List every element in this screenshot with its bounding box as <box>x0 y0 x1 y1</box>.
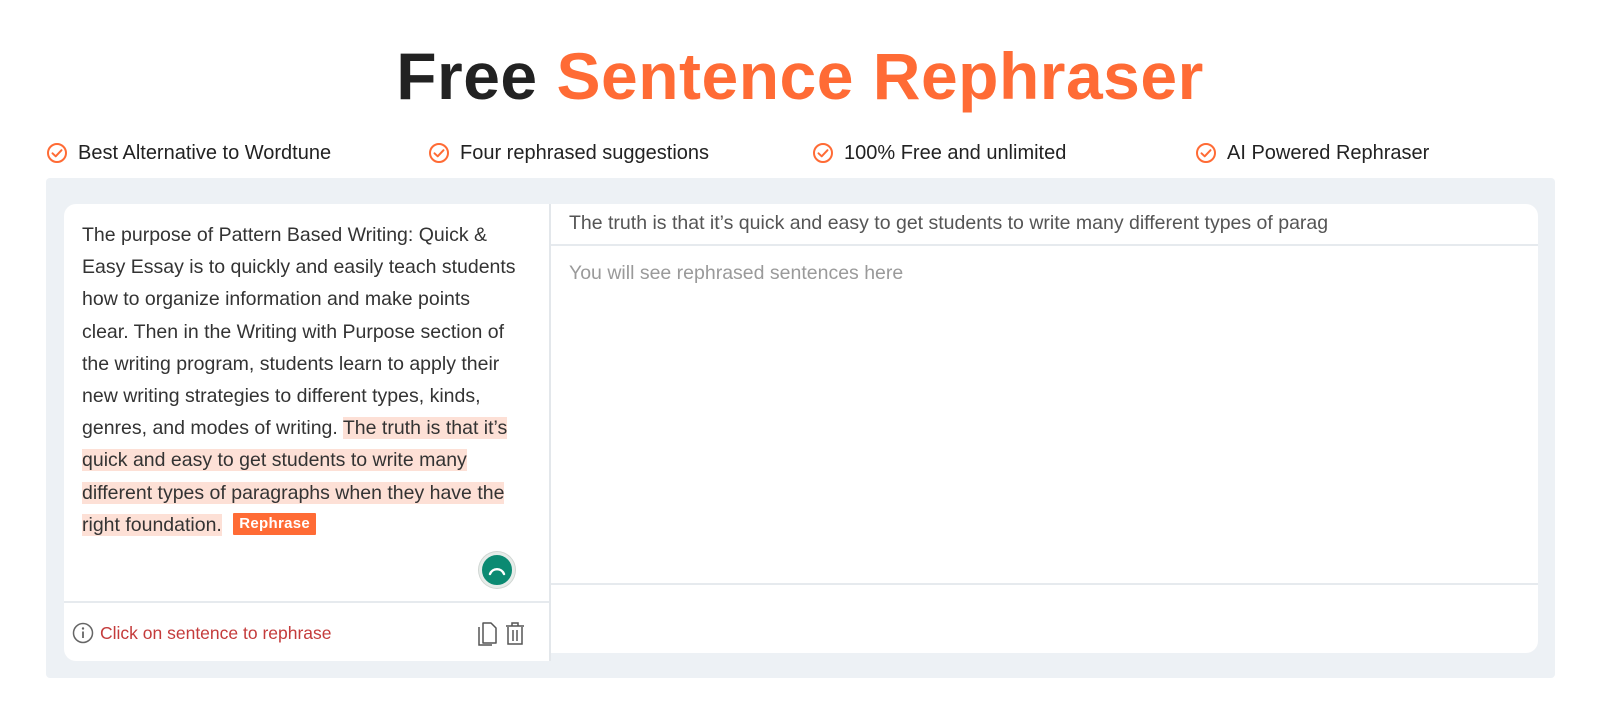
feature-label: Best Alternative to Wordtune <box>78 141 332 164</box>
rephrase-button[interactable]: Rephrase <box>233 512 317 535</box>
editor-toolbar <box>476 620 526 646</box>
feature-item: Best Alternative to Wordtune <box>46 138 331 168</box>
feature-item: Four rephrased suggestions <box>428 138 709 168</box>
feature-list: Best Alternative to Wordtune Four rephra… <box>0 138 1600 168</box>
feature-label: Four rephrased suggestions <box>460 141 710 164</box>
divider <box>64 601 549 603</box>
check-circle-icon <box>813 143 833 163</box>
loading-spinner-icon <box>479 552 515 588</box>
rephraser-workspace: The purpose of Pattern Based Writing: Qu… <box>46 178 1555 678</box>
check-circle-icon <box>429 143 449 163</box>
rephrase-hint-text: Click on sentence to rephrase <box>100 622 332 643</box>
results-panel: The truth is that it’s quick and easy to… <box>551 204 1538 653</box>
info-icon <box>72 622 94 644</box>
feature-label: AI Powered Rephraser <box>1227 141 1430 164</box>
page-title-free: Free <box>396 39 538 113</box>
trash-icon[interactable] <box>504 620 526 646</box>
feature-item: AI Powered Rephraser <box>1195 138 1429 168</box>
input-text-editor[interactable]: The purpose of Pattern Based Writing: Qu… <box>82 219 522 541</box>
page-title: Free Sentence Rephraser <box>0 38 1600 114</box>
results-placeholder: You will see rephrased sentences here <box>569 262 904 284</box>
feature-label: 100% Free and unlimited <box>844 141 1067 164</box>
selected-sentence-preview: The truth is that it’s quick and easy to… <box>551 204 1538 246</box>
feature-item: 100% Free and unlimited <box>812 138 1066 168</box>
page-title-product: Sentence Rephraser <box>556 39 1204 113</box>
check-circle-icon <box>47 143 67 163</box>
copy-icon[interactable] <box>476 620 498 646</box>
input-panel: The purpose of Pattern Based Writing: Qu… <box>64 204 551 661</box>
divider <box>551 583 1538 585</box>
input-sentence[interactable]: The purpose of Pattern Based Writing: Qu… <box>82 224 516 439</box>
check-circle-icon <box>1196 143 1216 163</box>
rephrase-hint: Click on sentence to rephrase <box>72 622 332 644</box>
